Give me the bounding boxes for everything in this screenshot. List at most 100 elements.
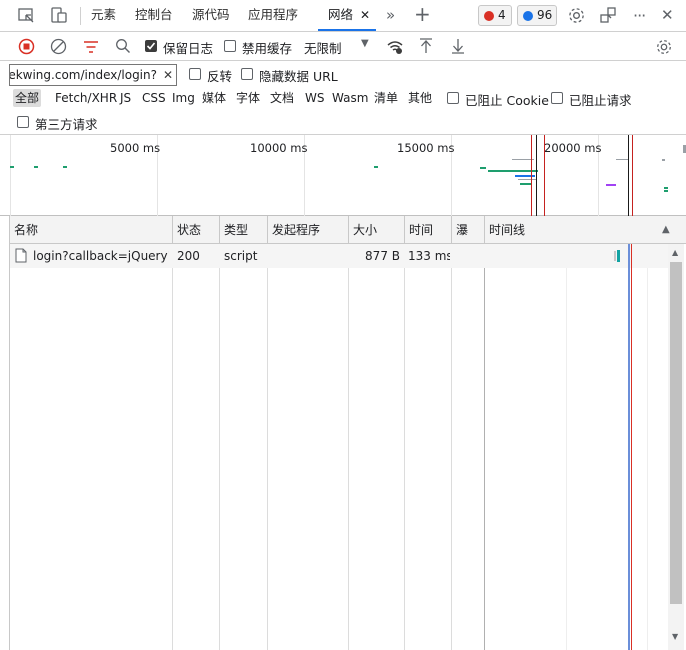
type-filter-doc[interactable]: 文档 [270, 89, 294, 107]
chevron-down-icon: ▼ [361, 38, 369, 49]
inspect-element-icon[interactable] [18, 8, 35, 24]
type-filter-font[interactable]: 字体 [236, 89, 260, 107]
type-filter-img[interactable]: Img [172, 89, 195, 107]
search-icon[interactable] [115, 38, 131, 54]
throttle-value: 无限制 [304, 41, 342, 56]
request-mark [63, 166, 67, 168]
request-status: 200 [177, 249, 200, 263]
clear-input-icon[interactable]: ✕ [163, 65, 173, 85]
blocked-requests-label: 已阻止请求 [569, 93, 632, 108]
disable-cache-checkbox[interactable] [224, 40, 236, 52]
network-settings-gear-icon[interactable] [655, 38, 673, 56]
type-filter-all[interactable]: 全部 [13, 89, 42, 107]
device-emulation-icon[interactable] [51, 7, 68, 24]
preserve-log-checkbox[interactable] [145, 40, 157, 52]
more-options-icon[interactable]: ··· [633, 6, 646, 25]
scroll-thumb[interactable] [670, 262, 682, 604]
close-devtools-icon[interactable]: ✕ [661, 6, 674, 24]
preserve-log-label: 保留日志 [163, 41, 214, 56]
clear-icon[interactable] [50, 38, 67, 55]
load-event-line [632, 135, 633, 216]
errors-badge[interactable]: 4 [478, 5, 512, 26]
import-har-icon[interactable] [418, 37, 434, 55]
blocked-cookies-checkbox[interactable] [447, 92, 459, 104]
column-divider [404, 244, 405, 650]
tab-application[interactable]: 应用程序 [248, 0, 298, 31]
error-icon [484, 11, 494, 21]
domcontentloaded-line [536, 135, 537, 216]
blocked-requests-checkbox[interactable] [551, 92, 563, 104]
table-row[interactable]: login?callback=jQuery1... 200 script 877… [10, 244, 668, 268]
record-stop-icon[interactable] [18, 38, 35, 55]
overview-tick-label: 15000 ms [397, 141, 455, 155]
overview-divider [10, 135, 11, 216]
type-filter-other[interactable]: 其他 [408, 89, 432, 107]
disable-cache-label: 禁用缓存 [242, 41, 293, 56]
tab-sources[interactable]: 源代码 [192, 0, 230, 31]
type-filter-ws[interactable]: WS [305, 89, 324, 107]
issues-badge[interactable]: 96 [517, 5, 557, 26]
type-filter-js[interactable]: JS [120, 89, 131, 107]
request-name: login?callback=jQuery1... [33, 249, 169, 263]
column-header-waterfall[interactable]: 瀑 [452, 216, 485, 244]
column-header-timeline[interactable]: 时间线 [485, 216, 686, 244]
invert-checkbox[interactable] [189, 68, 201, 80]
third-party-checkbox[interactable] [17, 116, 29, 128]
file-icon [15, 248, 27, 263]
network-conditions-icon[interactable] [386, 38, 404, 56]
domcontentloaded-line [628, 135, 629, 216]
request-mark [10, 166, 14, 168]
request-mark [664, 190, 668, 192]
sort-ascending-icon: ▲ [662, 224, 670, 235]
tab-console[interactable]: 控制台 [135, 0, 173, 31]
column-header-size[interactable]: 大小 [349, 216, 405, 244]
tab-elements[interactable]: 元素 [91, 0, 116, 31]
customize-icon[interactable] [599, 6, 617, 24]
column-header-type[interactable]: 类型 [220, 216, 268, 244]
scroll-down-icon[interactable]: ▼ [672, 632, 678, 641]
type-filter-media[interactable]: 媒体 [202, 89, 226, 107]
scroll-up-icon[interactable]: ▲ [672, 248, 678, 257]
column-header-name[interactable]: 名称 [10, 216, 173, 244]
invert-label: 反转 [207, 69, 233, 84]
export-har-icon[interactable] [450, 37, 466, 55]
filter-icon[interactable] [83, 40, 99, 54]
request-mark [34, 166, 38, 168]
network-toolbar: 保留日志 禁用缓存 无限制 ▼ [0, 32, 686, 61]
tab-network[interactable]: 网络 ✕ [318, 0, 376, 31]
settings-gear-icon[interactable] [567, 6, 586, 25]
request-mark [662, 159, 665, 161]
request-mark [518, 179, 536, 180]
load-event-line [531, 135, 532, 216]
type-filter-css[interactable]: CSS [142, 89, 166, 107]
add-tab-icon[interactable]: + [414, 2, 431, 26]
close-icon[interactable]: ✕ [360, 0, 370, 30]
throttle-select[interactable]: 无限制 ▼ [298, 35, 376, 57]
panel-edge [0, 216, 10, 650]
column-header-time[interactable]: 时间 [405, 216, 452, 244]
request-mark [515, 175, 535, 177]
request-mark [480, 167, 486, 169]
column-header-status[interactable]: 状态 [173, 216, 220, 244]
type-filter-wasm[interactable]: Wasm [332, 89, 368, 107]
filter-input[interactable]: rt.ekwing.com/index/login? ✕ [9, 64, 177, 86]
request-time: 133 ms [408, 249, 450, 263]
type-filter-fetch-xhr[interactable]: Fetch/XHR [55, 89, 117, 107]
hide-data-url-checkbox[interactable] [241, 68, 253, 80]
column-header-initiator[interactable]: 发起程序 [268, 216, 349, 244]
column-divider [484, 244, 485, 650]
filter-input-value: rt.ekwing.com/index/login? [9, 68, 157, 82]
column-divider [267, 244, 268, 650]
request-mark [606, 184, 616, 186]
type-filter-manifest[interactable]: 清单 [374, 89, 398, 107]
timeline-overview[interactable]: 5000 ms 10000 ms 15000 ms 20000 ms [0, 135, 686, 216]
overview-tick-label: 10000 ms [250, 141, 308, 155]
request-mark [616, 159, 628, 160]
more-tabs-icon[interactable]: » [386, 6, 395, 24]
domcontentloaded-marker [628, 244, 630, 650]
overview-tick-label: 20000 ms [544, 141, 602, 155]
hide-data-url-label: 隐藏数据 URL [259, 69, 338, 84]
timeline-gridline [566, 244, 567, 650]
vertical-scrollbar[interactable]: ▲ ▼ [668, 244, 684, 650]
request-mark [374, 166, 378, 168]
